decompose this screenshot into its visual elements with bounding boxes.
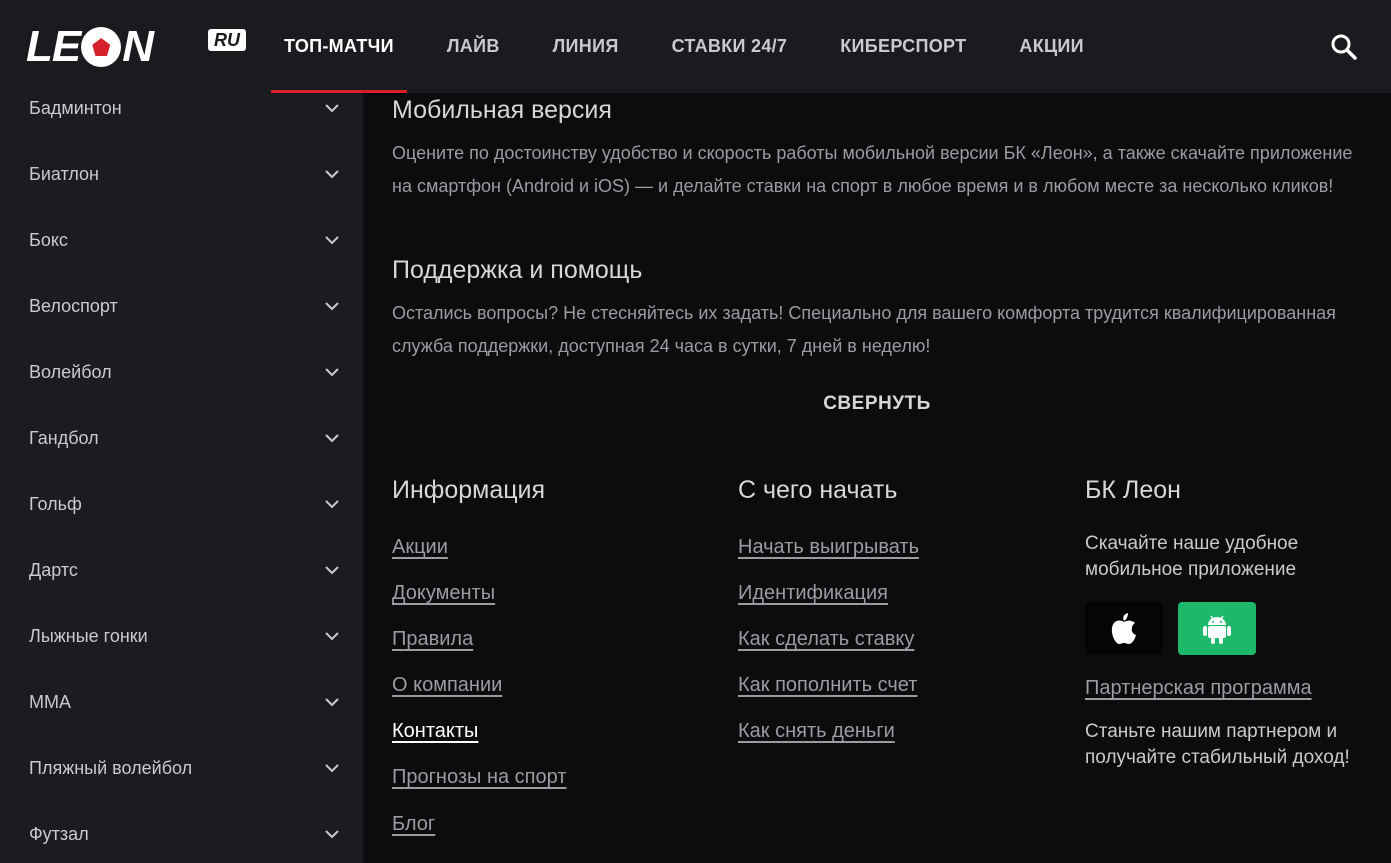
chevron-down-icon [325, 170, 339, 179]
sidebar-item-futsal[interactable]: Футзал [0, 801, 363, 863]
info-column-title: Информация [392, 476, 546, 504]
search-icon[interactable] [1330, 33, 1358, 61]
chevron-down-icon [325, 566, 339, 575]
chevron-down-icon [325, 368, 339, 377]
sidebar-item-handball[interactable]: Гандбол [0, 405, 363, 471]
sidebar-item-label: Гольф [29, 493, 82, 514]
sidebar-item-beach-volleyball[interactable]: Пляжный волейбол [0, 735, 363, 801]
footer-link-how-to-deposit[interactable]: Как пополнить счет [738, 674, 917, 697]
support-title: Поддержка и помощь [392, 256, 643, 284]
apple-icon [1111, 612, 1136, 644]
nav-bets-24-7[interactable]: СТАВКИ 24/7 [659, 0, 801, 93]
sidebar-item-label: Биатлон [29, 163, 99, 184]
chevron-down-icon [325, 830, 339, 839]
footer-link-documents[interactable]: Документы [392, 582, 495, 605]
logo-ru-badge: RU [208, 29, 246, 51]
chevron-down-icon [325, 632, 339, 641]
soccer-ball-icon [81, 27, 122, 67]
sidebar-item-darts[interactable]: Дартс [0, 537, 363, 603]
footer-link-start-winning[interactable]: Начать выигрывать [738, 536, 919, 559]
footer-link-contacts[interactable]: Контакты [392, 720, 478, 743]
chevron-down-icon [325, 764, 339, 773]
app-download-text: Скачайте наше удобное мобильное приложен… [1085, 533, 1299, 580]
footer-link-how-to-bet[interactable]: Как сделать ставку [738, 628, 914, 651]
main-nav: ТОП-МАТЧИ ЛАЙВ ЛИНИЯ СТАВКИ 24/7 КИБЕРСП… [271, 0, 1124, 93]
sidebar-item-label: Пляжный волейбол [29, 757, 193, 778]
footer-link-predictions[interactable]: Прогнозы на спорт [392, 766, 566, 789]
chevron-down-icon [325, 698, 339, 707]
logo-text-2: N [122, 22, 154, 71]
sidebar-item-golf[interactable]: Гольф [0, 471, 363, 537]
mobile-version-text: Оцените по достоинству удобство и скорос… [392, 143, 1353, 196]
chevron-down-icon [325, 236, 339, 245]
partner-program-text: Станьте нашим партнером и получайте стаб… [1085, 721, 1350, 768]
footer-link-identification[interactable]: Идентификация [738, 582, 888, 605]
ios-app-button[interactable] [1085, 602, 1163, 655]
sports-sidebar: Бадминтон Биатлон Бокс Велоспорт Волейбо… [0, 93, 363, 863]
sidebar-item-label: MMA [29, 691, 71, 712]
mobile-version-title: Мобильная версия [392, 96, 612, 124]
sidebar-item-volleyball[interactable]: Волейбол [0, 339, 363, 405]
footer-link-about[interactable]: О компании [392, 674, 502, 697]
android-icon [1203, 615, 1231, 644]
sidebar-item-label: Велоспорт [29, 295, 118, 316]
top-header: LE N RU ТОП-МАТЧИ ЛАЙВ ЛИНИЯ СТАВКИ 24/7… [0, 0, 1391, 93]
sidebar-item-label: Волейбол [29, 361, 112, 382]
footer-link-rules[interactable]: Правила [392, 628, 473, 651]
sidebar-item-label: Бокс [29, 229, 68, 250]
sidebar-item-label: Лыжные гонки [29, 625, 148, 646]
bk-leon-title: БК Леон [1085, 476, 1181, 504]
footer-link-how-to-withdraw[interactable]: Как снять деньги [738, 720, 895, 743]
main-content: Мобильная версия Оцените по достоинству … [363, 93, 1391, 863]
footer-link-blog[interactable]: Блог [392, 813, 435, 836]
sidebar-item-label: Гандбол [29, 427, 99, 448]
start-column-title: С чего начать [738, 476, 898, 504]
collapse-button[interactable]: СВЕРНУТЬ [363, 393, 1391, 415]
chevron-down-icon [325, 434, 339, 443]
sidebar-item-label: Дартс [29, 559, 78, 580]
chevron-down-icon [325, 104, 339, 113]
nav-line[interactable]: ЛИНИЯ [540, 0, 632, 93]
sidebar-item-cycling[interactable]: Велоспорт [0, 273, 363, 339]
footer-link-promotions[interactable]: Акции [392, 536, 448, 559]
nav-live[interactable]: ЛАЙВ [434, 0, 513, 93]
chevron-down-icon [325, 500, 339, 509]
sidebar-item-label: Футзал [29, 823, 89, 844]
sidebar-item-badminton[interactable]: Бадминтон [0, 93, 363, 141]
chevron-down-icon [325, 302, 339, 311]
leon-logo[interactable]: LE N RU [26, 22, 246, 71]
nav-esports[interactable]: КИБЕРСПОРТ [827, 0, 979, 93]
sidebar-item-label: Бадминтон [29, 97, 122, 118]
nav-promotions[interactable]: АКЦИИ [1006, 0, 1097, 93]
android-app-button[interactable] [1178, 602, 1256, 655]
sidebar-item-mma[interactable]: MMA [0, 669, 363, 735]
support-text: Остались вопросы? Не стесняйтесь их зада… [392, 303, 1336, 356]
partner-program-link[interactable]: Партнерская программа [1085, 677, 1312, 700]
logo-text-1: LE [26, 22, 81, 71]
sidebar-item-ski-racing[interactable]: Лыжные гонки [0, 603, 363, 669]
sidebar-item-biathlon[interactable]: Биатлон [0, 141, 363, 207]
sidebar-item-boxing[interactable]: Бокс [0, 207, 363, 273]
nav-top-matches[interactable]: ТОП-МАТЧИ [271, 0, 407, 93]
